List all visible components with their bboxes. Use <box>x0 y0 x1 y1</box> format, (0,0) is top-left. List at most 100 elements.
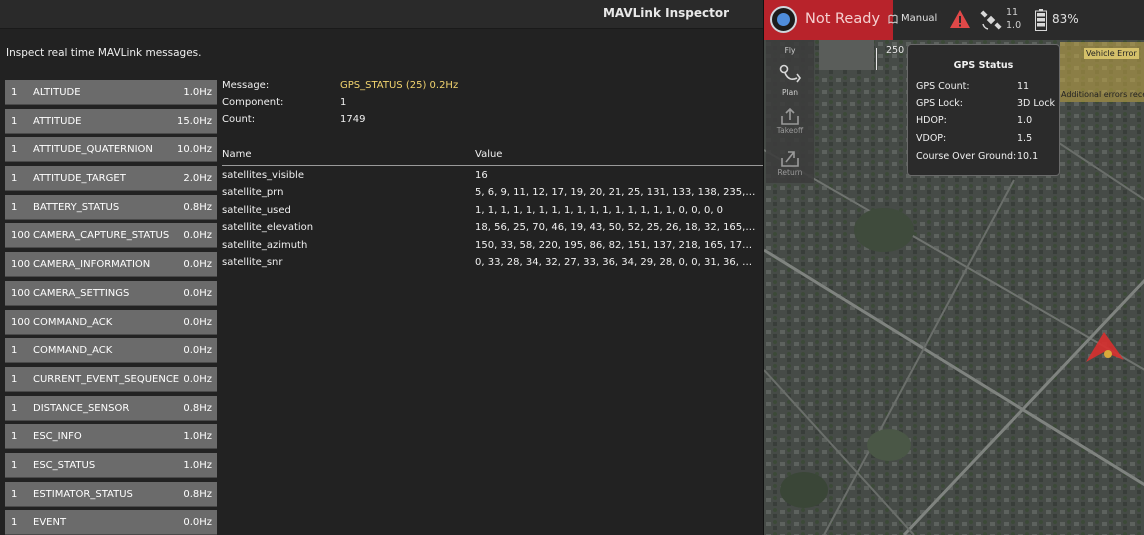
tool-strip: Fly Plan Takeoff Return <box>766 40 814 183</box>
hdop-row: HDOP: 1.0 <box>916 115 1056 128</box>
message-name: EVENT <box>33 517 67 529</box>
field-row: satellite_prn 5, 6, 9, 11, 12, 17, 19, 20… <box>222 187 763 204</box>
course-value: 10.1 <box>1017 151 1039 162</box>
message-rate: 15.0Hz <box>176 115 212 127</box>
tool-plan[interactable]: Plan <box>766 62 814 97</box>
message-list-item[interactable]: 1 ESC_INFO 1.0Hz <box>5 424 217 450</box>
field-name: satellite_prn <box>222 187 284 199</box>
field-value: 5, 6, 9, 11, 12, 17, 19, 20, 21, 25, 131… <box>475 187 758 199</box>
map-scale-bar <box>876 48 877 70</box>
tool-return[interactable]: Return <box>766 148 814 177</box>
message-rate: 0.0Hz <box>183 373 212 385</box>
component-value: 1 <box>340 97 347 108</box>
fly-view: Not Ready Manual 11 1.0 83% Fly Plan Tak… <box>763 0 1144 535</box>
count-value: 1749 <box>340 114 366 125</box>
message-list-item[interactable]: 1 DISTANCE_SENSOR 0.8Hz <box>5 395 217 421</box>
qgc-logo-icon[interactable] <box>770 6 797 33</box>
message-list-item[interactable]: 1 ATTITUDE_TARGET 2.0Hz <box>5 166 217 192</box>
message-list: 1 ALTITUDE 1.0Hz 1 ATTITUDE 15.0Hz 1 ATTITUDE_Q… <box>5 80 217 535</box>
warning-icon[interactable] <box>949 9 971 29</box>
takeoff-icon <box>781 107 799 125</box>
message-list-item[interactable]: 100 CAMERA_INFORMATION 0.0Hz <box>5 252 217 278</box>
gps-hdop-value: 1.0 <box>1006 20 1022 31</box>
message-list-item[interactable]: 100 COMMAND_ACK 0.0Hz <box>5 309 217 335</box>
message-name: ATTITUDE <box>33 115 82 127</box>
count-label: Count: <box>222 114 256 125</box>
message-list-item[interactable]: 1 ATTITUDE 15.0Hz <box>5 108 217 134</box>
title-bar: MAVLink Inspector <box>0 0 763 29</box>
message-component-id: 1 <box>11 488 18 500</box>
vehicle-error-label[interactable]: Vehicle Error <box>1084 48 1139 59</box>
field-value: 0, 33, 28, 34, 32, 27, 33, 36, 34, 29, 2… <box>475 256 758 268</box>
plan-icon <box>779 64 801 83</box>
message-list-item[interactable]: 1 COMMAND_ACK 0.0Hz <box>5 338 217 364</box>
flight-mode-icon[interactable] <box>888 14 898 24</box>
message-rate: 2.0Hz <box>183 173 212 185</box>
gps-count-value: 11 <box>1017 81 1030 92</box>
fields-table: satellites_visible 16 satellite_prn 5, 6, 9… <box>222 170 763 274</box>
hdop-label: HDOP: <box>916 115 947 126</box>
component-label: Component: <box>222 97 284 108</box>
message-name: DISTANCE_SENSOR <box>33 402 130 414</box>
ready-status[interactable]: Not Ready <box>805 11 880 27</box>
message-name: ATTITUDE_QUATERNION <box>33 144 153 156</box>
message-list-item[interactable]: 1 BATTERY_STATUS 0.8Hz <box>5 194 217 220</box>
gps-satellite-icon[interactable] <box>979 8 1003 32</box>
field-value: 1, 1, 1, 1, 1, 1, 1, 1, 1, 1, 1, 1, 1, 1… <box>475 204 724 216</box>
message-list-item[interactable]: 1 EVENT 0.0Hz <box>5 510 217 535</box>
hdop-value: 1.0 <box>1017 115 1033 126</box>
message-name: ESTIMATOR_STATUS <box>33 488 133 500</box>
message-rate: 1.0Hz <box>183 459 212 471</box>
message-list-item[interactable]: 100 CAMERA_CAPTURE_STATUS 0.0Hz <box>5 223 217 249</box>
message-name: ESC_STATUS <box>33 459 96 471</box>
message-component-id: 1 <box>11 87 18 98</box>
field-name: satellite_used <box>222 204 291 216</box>
gps-count-label: GPS Count: <box>916 81 970 92</box>
message-component-id: 1 <box>11 431 18 443</box>
inspector-description: Inspect real time MAVLink messages. <box>6 47 202 59</box>
tool-takeoff[interactable]: Takeoff <box>766 106 814 135</box>
field-value: 150, 33, 58, 220, 195, 86, 82, 151, 137,… <box>475 239 758 251</box>
message-list-item[interactable]: 1 CURRENT_EVENT_SEQUENCE 0.0Hz <box>5 366 217 392</box>
message-component-id: 1 <box>11 144 18 156</box>
course-label: Course Over Ground: <box>916 151 1017 162</box>
gps-lock-row: GPS Lock: 3D Lock <box>916 98 1056 111</box>
message-rate: 0.8Hz <box>183 402 212 414</box>
message-list-item[interactable]: 1 ESC_STATUS 1.0Hz <box>5 452 217 478</box>
flight-mode-selector[interactable]: Manual <box>901 13 937 24</box>
window-title: MAVLink Inspector <box>602 6 729 20</box>
message-name: CAMERA_INFORMATION <box>33 259 151 271</box>
tool-fly[interactable]: Fly <box>766 46 814 55</box>
name-column-header: Name <box>222 149 252 160</box>
message-component-id: 100 <box>11 316 31 328</box>
map-scale-label: 250 <box>886 45 905 56</box>
message-name: CAMERA_CAPTURE_STATUS <box>33 230 170 242</box>
message-list-item[interactable]: 100 CAMERA_SETTINGS 0.0Hz <box>5 280 217 306</box>
top-toolbar: Not Ready Manual 11 1.0 83% <box>764 0 1144 40</box>
message-rate: 0.0Hz <box>183 287 212 299</box>
message-list-item[interactable]: 1 ESTIMATOR_STATUS 0.8Hz <box>5 481 217 507</box>
vehicle-status-area[interactable]: Not Ready <box>764 0 893 40</box>
field-name: satellite_elevation <box>222 222 314 234</box>
message-rate: 0.8Hz <box>183 488 212 500</box>
vehicle-marker-icon[interactable] <box>1084 330 1128 368</box>
message-component-id: 1 <box>11 373 18 385</box>
message-rate: 0.0Hz <box>183 259 212 271</box>
field-row: satellite_elevation 18, 56, 25, 70, 46, 1… <box>222 222 763 239</box>
message-list-item[interactable]: 1 ATTITUDE_QUATERNION 10.0Hz <box>5 137 217 163</box>
message-rate: 1.0Hz <box>183 431 212 443</box>
field-name: satellite_snr <box>222 256 283 268</box>
message-rate: 0.0Hz <box>183 316 212 328</box>
battery-percent: 83% <box>1052 12 1079 26</box>
message-rate: 0.0Hz <box>183 230 212 242</box>
message-component-id: 1 <box>11 459 18 471</box>
message-component-id: 1 <box>11 517 18 529</box>
plan-label: Plan <box>782 88 798 97</box>
field-value: 18, 56, 25, 70, 46, 19, 43, 50, 52, 25, … <box>475 222 758 234</box>
message-component-id: 1 <box>11 201 18 213</box>
message-component-id: 100 <box>11 230 31 242</box>
battery-icon[interactable] <box>1035 9 1047 31</box>
field-row: satellite_azimuth 150, 33, 58, 220, 195, … <box>222 240 763 257</box>
message-label: Message: <box>222 80 270 91</box>
message-list-item[interactable]: 1 ALTITUDE 1.0Hz <box>5 80 217 105</box>
